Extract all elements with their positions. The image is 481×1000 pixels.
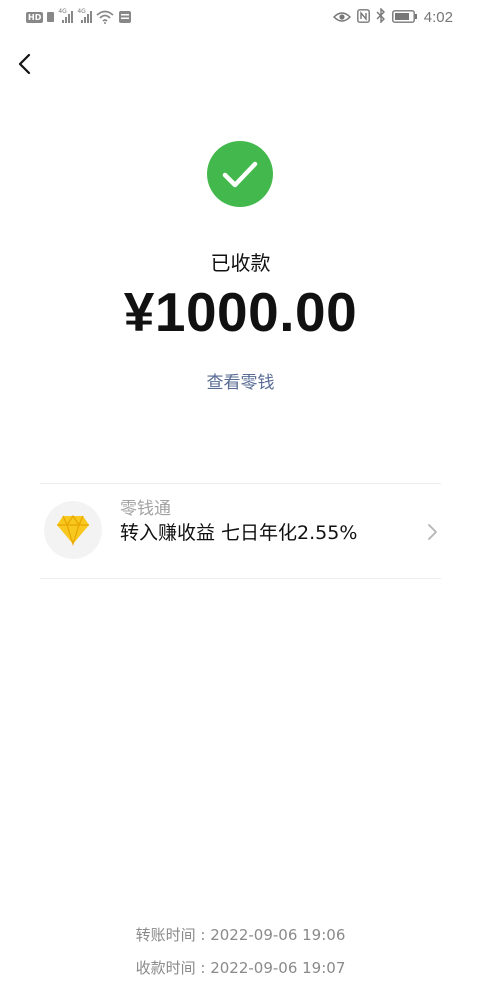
transfer-time: 转账时间 : 2022-09-06 19:06: [135, 926, 346, 944]
receive-time: 收款时间 : 2022-09-06 19:07: [135, 959, 346, 977]
diamond-icon: [44, 501, 102, 559]
eye-icon: [332, 8, 351, 27]
promo-title: 零钱通: [120, 499, 171, 519]
amount-value: ¥1000.00: [123, 281, 358, 343]
status-right: 4:02: [332, 6, 453, 27]
check-circle-icon: [207, 141, 273, 207]
network-type-label: 4G: [77, 8, 86, 15]
sim-icon: [47, 12, 55, 22]
nfc-icon: [356, 8, 370, 27]
chevron-left-icon: [18, 53, 31, 75]
divider: [40, 578, 441, 579]
hd-badge: HD: [26, 11, 44, 23]
view-change-link[interactable]: 查看零钱: [0, 368, 481, 393]
app-notification-icon: [118, 10, 132, 24]
signal-icon: 4G: [77, 8, 93, 23]
battery-icon: [391, 8, 418, 27]
clock: 4:02: [423, 8, 453, 26]
signal-icon: 4G: [58, 8, 74, 23]
chevron-right-icon: [425, 522, 439, 542]
wifi-icon: [96, 10, 114, 24]
back-button[interactable]: [12, 50, 40, 78]
promo-description: 转入赚收益 七日年化2.55%: [120, 522, 358, 544]
bluetooth-icon: [376, 6, 386, 27]
status-left: HD 4G 4G: [26, 8, 132, 25]
lingqiantong-promo-card[interactable]: 零钱通 转入赚收益 七日年化2.55%: [40, 484, 441, 578]
network-type-label: 4G: [58, 8, 67, 15]
payment-status-label: 已收款: [210, 251, 271, 275]
status-bar: HD 4G 4G 4:02: [0, 0, 481, 34]
